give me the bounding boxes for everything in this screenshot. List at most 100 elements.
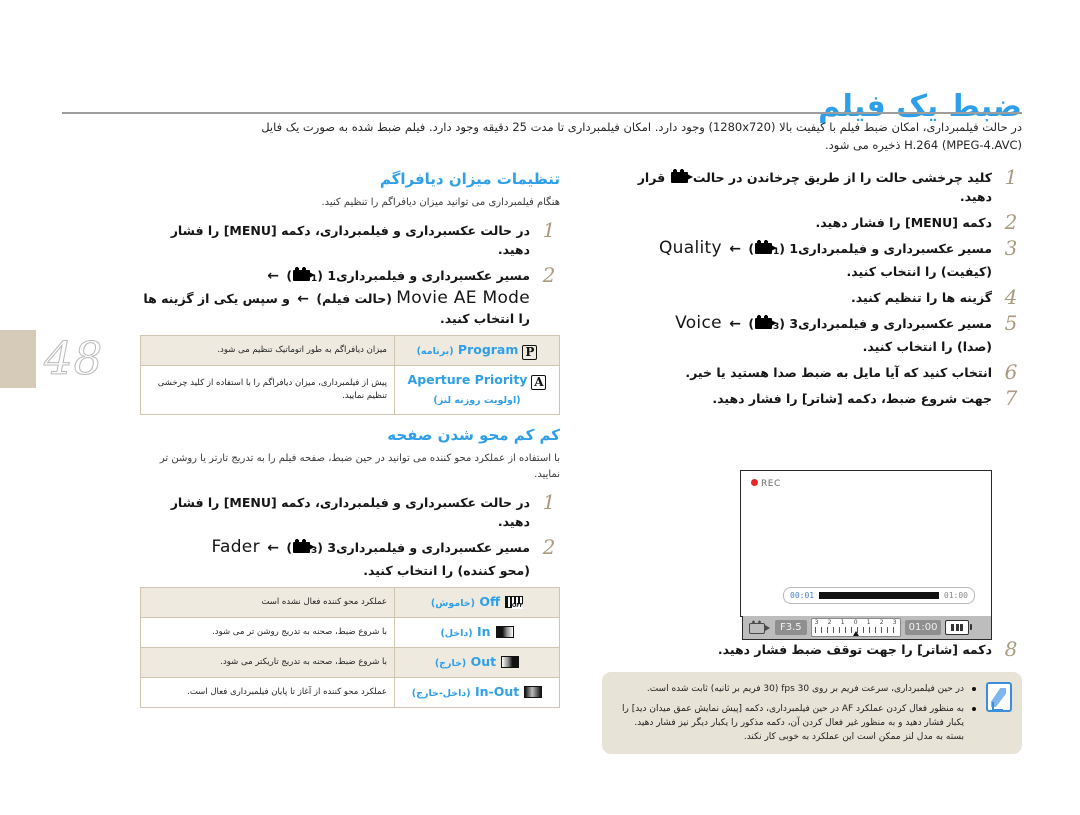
option-desc-cell: پیش از فیلمبرداری، میزان دیافراگم را با … — [140, 365, 395, 415]
option-name-en: Off — [479, 594, 501, 609]
table-row: Out (خارج) با شروع ضبط، صحنه به تدریج تا… — [140, 647, 560, 678]
step-3: 3 مسیر عکسبرداری و فیلمبرداری1 (1) ← Qua… — [602, 236, 1022, 281]
note-items: در حین فیلمبرداری، سرعت فریم بر روی 30 f… — [614, 682, 976, 744]
fader-in-out-icon — [524, 686, 543, 698]
step-4: 4 گزینه ها را تنظیم کنید. — [602, 285, 1022, 309]
table-row: PProgram (برنامه) میزان دیافراگم به طور … — [140, 335, 560, 366]
movie-ae-mode-table: PProgram (برنامه) میزان دیافراگم به طور … — [140, 335, 560, 415]
step-5-path-label: مسیر عکسبرداری و فیلمبرداری — [798, 316, 992, 331]
aperture-step-1: 1 در حالت عکسبرداری و فیلمبرداری، دکمه [… — [140, 218, 560, 259]
option-desc-cell: با شروع ضبط، صحنه به تدریج روشن تر می شو… — [140, 617, 395, 648]
battery-icon — [945, 620, 973, 635]
step-5: 5 مسیر عکسبرداری و فیلمبرداری3 (3) ← Voi… — [602, 311, 1022, 356]
page-number: 48 — [43, 332, 104, 386]
step-3-number: 3 — [1004, 236, 1018, 260]
progress-bar — [819, 592, 939, 599]
elapsed-time: 00:01 — [790, 591, 815, 600]
option-desc-cell: میزان دیافراگم به طور اتوماتیک تنظیم می … — [140, 335, 395, 366]
ev-tick: 3 — [892, 619, 897, 626]
step-3-text-after: (کیفیت) را انتخاب کنید. — [846, 264, 992, 279]
option-name-fa: (خارج) — [434, 658, 467, 669]
camcorder-icon: (1) — [748, 239, 786, 257]
table-row: In (داخل) با شروع ضبط، صحنه به تدریج روش… — [140, 617, 560, 648]
aperture-step-2b-arrow: ← — [297, 291, 309, 307]
step-3-target: Quality — [659, 238, 722, 258]
option-desc-cell: عملکرد محو کننده فعال نشده است — [140, 587, 395, 618]
step-8-text: دکمه [شاتر] را جهت توقف ضبط فشار دهید. — [717, 642, 992, 657]
table-row: AAperture Priority (اولویت روزنه لنز) پی… — [140, 365, 560, 415]
aperture-steps: 1 در حالت عکسبرداری و فیلمبرداری، دکمه [… — [140, 218, 560, 328]
step-4-text: گزینه ها را تنظیم کنید. — [851, 290, 992, 305]
fader-step-2-number: 2 — [542, 535, 556, 559]
aperture-step-2-path-index: 1 — [327, 268, 337, 283]
step-5-arrow: ← — [729, 316, 741, 332]
lcd-status-bar: F3.5 3 2 1 0 1 2 3 01:00 — [742, 616, 992, 640]
ev-tick: 2 — [827, 619, 832, 626]
fader-in-icon — [495, 626, 514, 638]
option-name-en: In — [476, 624, 491, 639]
step-8-number: 8 — [1004, 637, 1018, 661]
section-subtext-fader: با استفاده از عملکرد محو کننده می توانید… — [159, 453, 560, 480]
exposure-scale-numbers: 3 2 1 0 1 2 3 — [812, 619, 900, 626]
aperture-step-2: 2 مسیر عکسبرداری و فیلمبرداری1 (1) ← Mov… — [140, 264, 560, 328]
option-name-fa: (خاموش) — [430, 598, 475, 609]
option-name-fa: (داخل-خارج) — [411, 688, 471, 699]
exposure-scale: 3 2 1 0 1 2 3 — [810, 618, 901, 637]
option-name-fa: (اولویت روزنه لنز) — [433, 395, 521, 406]
fader-step-1-number: 1 — [542, 490, 556, 514]
lcd-preview: REC 00:01 01:00 — [740, 470, 992, 617]
page-intro-line-1: در حالت فیلمبرداری، امکان ضبط فیلم با کی… — [261, 120, 1022, 134]
movie-mode-icon — [749, 620, 771, 635]
ev-tick: 2 — [879, 619, 884, 626]
note-item: به منظور فعال کردن عملکرد AF در حین فیلم… — [614, 702, 976, 744]
record-movie-steps-continued: 8 دکمه [شاتر] را جهت توقف ضبط فشار دهید. — [602, 637, 1022, 666]
option-name-fa: (برنامه) — [416, 346, 454, 357]
manual-page: 48 ضبط یک فیلم در حالت فیلمبرداری، امکان… — [0, 0, 1080, 815]
section-heading-fader: کم کم محو شدن صفحه — [387, 426, 560, 444]
camcorder-icon: (3) — [748, 314, 786, 332]
step-1: 1 کلید چرخشی حالت را از طریق چرخاندن در … — [602, 165, 1022, 206]
section-subtext-aperture: هنگام فیلمبرداری می توانید میزان دیافراگ… — [321, 197, 560, 208]
step-7-number: 7 — [1004, 386, 1018, 410]
aperture-step-1-text: در حالت عکسبرداری و فیلمبرداری، دکمه [ME… — [170, 223, 530, 257]
remaining-time: 01:00 — [904, 620, 942, 635]
ev-tick: 0 — [853, 619, 858, 626]
option-name-cell: Out (خارج) — [394, 647, 560, 678]
step-2-text: دکمه [MENU] را فشار دهید. — [815, 215, 992, 230]
note-pencil-icon — [986, 682, 1012, 712]
right-column: 1 کلید چرخشی حالت را از طریق چرخاندن در … — [602, 165, 1022, 415]
option-desc-cell: عملکرد محو کننده از آغاز تا پایان فیلمبر… — [140, 677, 395, 708]
step-5-number: 5 — [1004, 311, 1018, 335]
record-movie-steps: 1 کلید چرخشی حالت را از طریق چرخاندن در … — [602, 165, 1022, 410]
step-5-target: Voice — [675, 313, 722, 333]
option-name-fa: (داخل) — [440, 628, 473, 639]
program-mode-icon: P — [522, 345, 538, 360]
page-intro-line-2: H.264 (MPEG-4.AVC) ذخیره می شود. — [824, 138, 1022, 152]
step-4-number: 4 — [1004, 285, 1018, 309]
step-3-arrow: ← — [729, 241, 741, 257]
aperture-step-2-path-label: مسیر عکسبرداری و فیلمبرداری — [336, 268, 530, 283]
fader-step-2-path-label: مسیر عکسبرداری و فیلمبرداری — [336, 540, 530, 555]
rec-dot-icon — [751, 479, 758, 486]
table-row: In-Out (داخل-خارج) عملکرد محو کننده از آ… — [140, 677, 560, 708]
aperture-step-2-arrow: ← — [267, 268, 279, 284]
step-3-path-label: مسیر عکسبرداری و فیلمبرداری — [798, 241, 992, 256]
movie-ae-mode-target-fa: (حالت فیلم) — [316, 291, 392, 306]
option-name-en: Program — [457, 342, 519, 357]
aperture-step-1-number: 1 — [542, 218, 556, 242]
step-1-number: 1 — [1004, 165, 1018, 189]
step-7: 7 جهت شروع ضبط، دکمه [شاتر] را فشار دهید… — [602, 386, 1022, 410]
movie-ae-mode-target: Movie AE Mode — [396, 288, 530, 308]
left-column: تنظیمات میزان دیافراگم هنگام فیلمبرداری … — [140, 168, 560, 708]
aperture-value: F3.5 — [775, 620, 807, 635]
camcorder-icon: (1) — [286, 266, 324, 284]
option-name-cell: In-Out (داخل-خارج) — [394, 677, 560, 708]
ev-tick: 1 — [840, 619, 845, 626]
fader-step-2: 2 مسیر عکسبرداری و فیلمبرداری3 (3) ← Fad… — [140, 535, 560, 580]
ev-tick: 1 — [866, 619, 871, 626]
step-7-text: جهت شروع ضبط، دکمه [شاتر] را فشار دهید. — [712, 391, 992, 406]
fader-step-2-arrow: ← — [267, 540, 279, 556]
step-1-text-before: کلید چرخشی حالت را از طریق چرخاندن در حا… — [692, 170, 992, 185]
title-divider — [62, 112, 1022, 114]
option-name-cell: PProgram (برنامه) — [394, 335, 560, 366]
